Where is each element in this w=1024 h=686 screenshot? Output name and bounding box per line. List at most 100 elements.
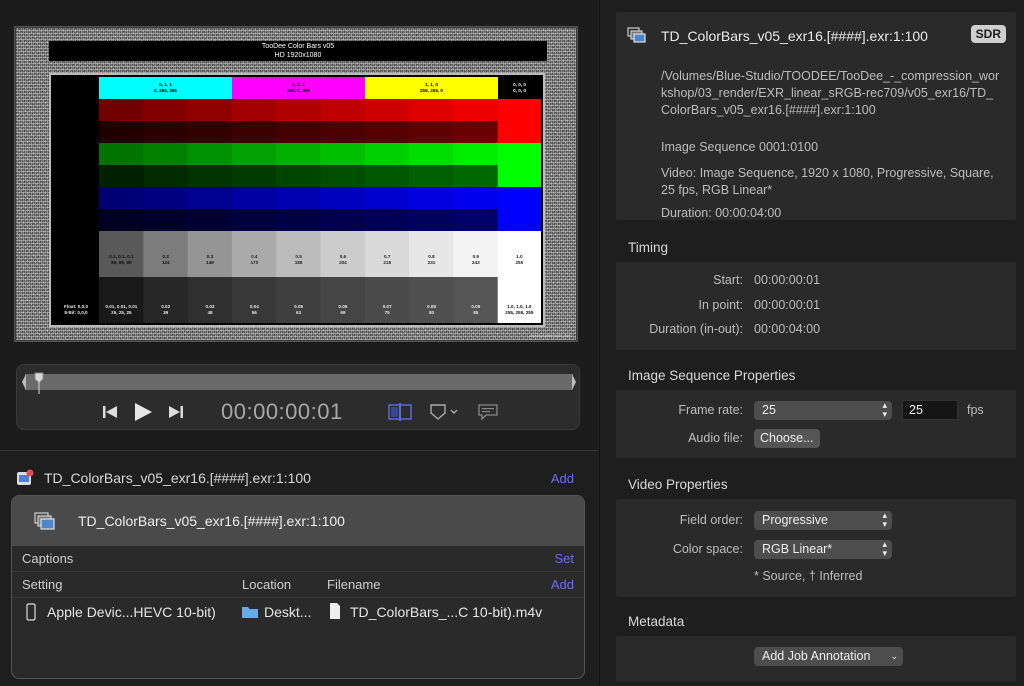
caption-bubble-icon [478, 404, 498, 421]
play-button[interactable] [131, 399, 155, 425]
playhead-icon[interactable] [33, 372, 45, 394]
chevron-down-icon: ⌄ [890, 651, 898, 661]
out-marker-icon[interactable] [571, 374, 577, 390]
add-output-button[interactable]: Add [551, 577, 574, 592]
ramp-patch [409, 121, 454, 143]
ramp-patch [187, 121, 233, 143]
ramp-patch [364, 143, 410, 165]
captions-view-button[interactable] [477, 399, 499, 425]
add-job-output-button[interactable]: Add [551, 471, 574, 486]
ramp-patch [320, 165, 366, 187]
timeline-scrubber[interactable] [22, 372, 576, 394]
timing-section-title: Timing [628, 240, 669, 255]
duration-in-out-label: Duration (in-out): [649, 322, 743, 336]
dark-patch [409, 277, 454, 323]
job-header: TD_ColorBars_v05_exr16.[####].exr:1:100 … [16, 465, 574, 491]
ramp-patch [320, 143, 366, 165]
job-card[interactable]: TD_ColorBars_v05_exr16.[####].exr:1:100 … [11, 495, 585, 679]
skip-back-icon [103, 406, 117, 418]
choose-audio-button[interactable]: Choose... [754, 429, 820, 448]
ramp-patch [187, 209, 233, 231]
phone-icon [26, 603, 36, 621]
ramp-patch [187, 143, 233, 165]
add-job-annotation-popup[interactable]: Add Job Annotation ⌄ [754, 647, 903, 666]
image-sequence-properties-title: Image Sequence Properties [628, 368, 796, 383]
ramp-patch [453, 143, 499, 165]
file-icon [330, 603, 340, 619]
color-bars-title: TooDee Color Bars v05 HD 1920x1080 [49, 41, 547, 61]
source-name: TD_ColorBars_v05_exr16.[####].exr:1:100 [78, 513, 345, 529]
dark-float-label: 0.03 [206, 304, 215, 309]
dark-8bit-label: 80 [429, 310, 435, 315]
ramp-patch [231, 99, 277, 121]
metadata-card: Add Job Annotation ⌄ [616, 636, 1016, 682]
ramp-patch [364, 99, 410, 121]
ramp-patch [143, 143, 189, 165]
ramp-patch [143, 99, 189, 121]
marker-menu-button[interactable] [429, 399, 461, 425]
ramp-patch [409, 165, 454, 187]
popup-arrows-icon: ▴ ▾ [882, 539, 887, 558]
frame-rate-popup[interactable]: 25 ▴ ▾ [754, 401, 892, 420]
timing-card: Start: 00:00:00:01 In point: 00:00:00:01… [616, 262, 1016, 350]
gray-8bit-label: 243 [472, 260, 480, 265]
frame-rate-popup-value: 25 [762, 403, 776, 417]
gray-float-label: 0.2 [163, 254, 170, 259]
inspector-panel: TD_ColorBars_v05_exr16.[####].exr:1:100 … [599, 0, 1024, 686]
gray-float-label: 0.7 [384, 254, 391, 259]
viewer: TooDee Color Bars v05 HD 1920x1080 0, 1,… [0, 0, 598, 450]
set-captions-button[interactable]: Set [554, 551, 574, 566]
field-order-popup[interactable]: Progressive ▴ ▾ [754, 511, 892, 530]
dark-float-label: 0.07 [383, 304, 392, 309]
output-location[interactable]: Deskt... [264, 604, 311, 620]
batch-panel: TD_ColorBars_v05_exr16.[####].exr:1:100 … [0, 450, 598, 686]
image-sequence-icon [627, 27, 646, 43]
gray-8bit-label: 231 [428, 260, 436, 265]
color-space-label: Color space: [672, 542, 743, 556]
color-space-popup[interactable]: RGB Linear* ▴ ▾ [754, 540, 892, 559]
full-color-patch [497, 143, 541, 187]
ramp-patch [187, 165, 233, 187]
frame-rate-label: Frame rate: [678, 403, 743, 417]
dark-8bit-label: 255, 255, 255 [505, 310, 534, 315]
go-to-start-button[interactable] [101, 399, 119, 425]
gray-float-label: 0.5 [295, 254, 302, 259]
folder-icon [242, 607, 258, 618]
dark-float-label: 0.05 [294, 304, 303, 309]
image-sequence-properties-card: Frame rate: 25 ▴ ▾ 25 fps Audio file: Cho… [616, 390, 1016, 458]
dark-8bit-label: 25, 25, 25 [111, 310, 132, 315]
ramp-patch [409, 99, 454, 121]
dark-float-label: 0.09 [471, 304, 480, 309]
chart-credit: www.toodeemedia.com [529, 333, 571, 338]
image-sequence-icon [34, 512, 55, 530]
in-marker-icon[interactable] [21, 374, 27, 390]
ramp-patch [143, 209, 189, 231]
ramp-patch [453, 187, 499, 209]
dark-float-label: 1.0, 1.0, 1.0 [507, 304, 532, 309]
dark-float-label: 0.06 [338, 304, 347, 309]
color-bars-image: 0, 1, 10, 255, 255 1, 0, 1255, 0, 255 1, 1… [53, 77, 541, 323]
gray-float-label: 0.8 [428, 254, 435, 259]
go-to-end-button[interactable] [167, 399, 185, 425]
ramp-patch [276, 99, 321, 121]
output-filename[interactable]: TD_ColorBars_...C 10-bit).m4v [350, 604, 542, 620]
gray-8bit-label: 149 [206, 260, 214, 265]
output-row[interactable]: Apple Devic...HEVC 10-bit) Deskt... TD_C… [12, 598, 584, 626]
chart-title-line-2: HD 1920x1080 [274, 52, 322, 59]
source-info-card: TD_ColorBars_v05_exr16.[####].exr:1:100 … [616, 12, 1016, 220]
column-filename: Filename [327, 577, 381, 592]
audio-file-label: Audio file: [688, 431, 743, 445]
ramp-patch [409, 209, 454, 231]
gray-8bit-label: 89, 89, 89 [111, 260, 132, 265]
dark-float-label: 0.02 [161, 304, 170, 309]
ramp-patch [409, 143, 454, 165]
ramp-patch [276, 165, 321, 187]
full-color-patch [497, 99, 541, 143]
gray-float-label: 0.9 [473, 254, 480, 259]
add-job-annotation-label: Add Job Annotation [762, 649, 871, 663]
frame-rate-field[interactable]: 25 [902, 400, 958, 420]
source-row[interactable]: TD_ColorBars_v05_exr16.[####].exr:1:100 [12, 496, 584, 546]
video-properties-title: Video Properties [628, 477, 728, 492]
split-view-button[interactable] [387, 399, 413, 425]
top-bar-8bit-label: 255, 0, 255 [287, 88, 310, 93]
